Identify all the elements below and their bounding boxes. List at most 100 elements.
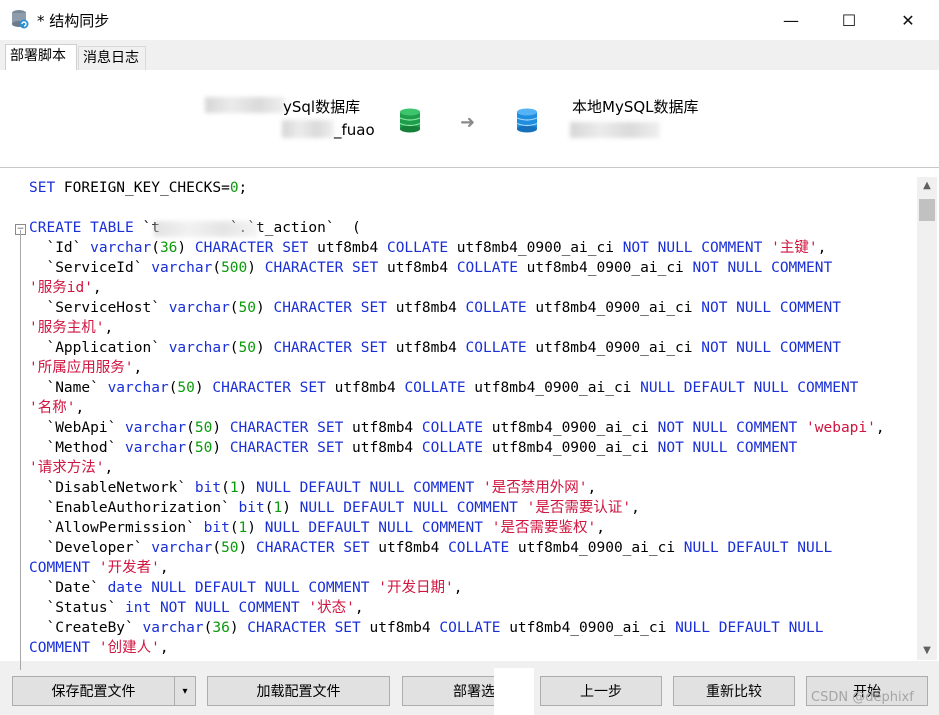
code-token: '创建人' bbox=[98, 640, 160, 656]
overlay-gap bbox=[494, 668, 534, 715]
target-database-icon bbox=[516, 108, 538, 133]
code-token: NOT NULL COMMENT bbox=[692, 260, 833, 276]
code-token: ) bbox=[194, 380, 213, 396]
tab-message-log[interactable]: 消息日志 bbox=[78, 46, 146, 70]
code-token: NULL DEFAULT NULL bbox=[683, 540, 833, 556]
scrollbar-thumb[interactable] bbox=[919, 199, 935, 221]
code-token: COLLATE bbox=[421, 440, 483, 456]
code-token: ( bbox=[212, 540, 222, 556]
code-token: utf8mb4_0900_ai_ci bbox=[465, 380, 641, 396]
code-token: COLLATE bbox=[421, 420, 483, 436]
code-token: ( bbox=[229, 300, 239, 316]
code-token: , bbox=[596, 520, 605, 536]
maximize-button[interactable]: ☐ bbox=[820, 0, 878, 40]
code-token: ) bbox=[256, 300, 274, 316]
code-token: , bbox=[133, 360, 143, 376]
code-token: COLLATE bbox=[465, 340, 527, 356]
scroll-up-icon[interactable]: ▲ bbox=[917, 177, 937, 195]
code-token: NOT NULL COMMENT bbox=[622, 240, 763, 256]
source-database-icon bbox=[399, 108, 421, 133]
code-token: varchar bbox=[142, 620, 204, 636]
code-token: , bbox=[159, 640, 169, 656]
code-token: 1 bbox=[238, 520, 248, 536]
close-button[interactable]: ✕ bbox=[879, 0, 937, 40]
code-token: varchar bbox=[168, 300, 230, 316]
code-token: bit bbox=[194, 480, 222, 496]
code-token: NULL DEFAULT NULL bbox=[675, 620, 824, 636]
code-token: ) bbox=[238, 480, 257, 496]
code-token: ) bbox=[256, 340, 274, 356]
code-token: `CreateBy` bbox=[29, 620, 143, 636]
code-token: '状态' bbox=[308, 600, 355, 616]
code-token: , bbox=[354, 600, 364, 616]
recompare-button[interactable]: 重新比较 bbox=[673, 676, 795, 706]
code-token: utf8mb4_0900_ai_ci bbox=[483, 440, 658, 456]
code-token: utf8mb4 bbox=[386, 340, 466, 356]
close-icon: ✕ bbox=[901, 10, 915, 30]
code-line: '请求方法', bbox=[29, 458, 885, 478]
code-token: NOT NULL COMMENT bbox=[657, 440, 798, 456]
code-token: `Name` bbox=[29, 380, 108, 396]
code-token: `EnableAuthorization` bbox=[29, 500, 239, 516]
code-token: `WebApi` bbox=[29, 420, 126, 436]
code-line: '服务id', bbox=[29, 278, 885, 298]
script-editor[interactable]: − SET FOREIGN_KEY_CHECKS=0; CREATE TABLE … bbox=[0, 167, 939, 670]
code-token: , bbox=[92, 280, 102, 296]
code-token: varchar bbox=[151, 260, 213, 276]
vertical-scrollbar[interactable]: ▲ ▼ bbox=[917, 177, 937, 660]
code-token: utf8mb4 bbox=[369, 540, 449, 556]
code-token: COLLATE bbox=[465, 300, 527, 316]
code-token: 50 bbox=[177, 380, 195, 396]
code-token: ) bbox=[282, 500, 300, 516]
code-token: 1 bbox=[273, 500, 283, 516]
code-token: `ServiceId` bbox=[29, 260, 152, 276]
title-bar: * 结构同步 — ☐ ✕ bbox=[0, 0, 939, 40]
code-token: , bbox=[159, 560, 169, 576]
code-token: '服务id' bbox=[29, 280, 93, 296]
sync-header: ySql数据库 _fuao ➜ 本地MySQL数据库 bbox=[0, 70, 939, 168]
code-token: 500 bbox=[221, 260, 248, 276]
code-token: , bbox=[104, 320, 114, 336]
load-config-label: 加载配置文件 bbox=[256, 684, 341, 700]
code-token: 50 bbox=[221, 540, 239, 556]
code-token: bit bbox=[238, 500, 265, 516]
code-token: 0 bbox=[229, 180, 239, 196]
code-token: varchar bbox=[107, 380, 169, 396]
code-token: CHARACTER SET bbox=[229, 440, 344, 456]
code-token: date NULL DEFAULT NULL COMMENT bbox=[107, 580, 370, 596]
code-token: COLLATE bbox=[404, 380, 466, 396]
scroll-down-icon[interactable]: ▼ bbox=[917, 642, 937, 660]
code-token: CHARACTER SET bbox=[273, 340, 387, 356]
code-token: utf8mb4_0900_ai_ci bbox=[500, 620, 676, 636]
code-token: CHARACTER SET bbox=[273, 300, 387, 316]
code-token: , bbox=[104, 460, 114, 476]
chevron-down-icon: ▾ bbox=[182, 685, 188, 697]
code-token: ) bbox=[212, 420, 230, 436]
code-token: '是否需要鉴权' bbox=[491, 520, 597, 536]
minimize-button[interactable]: — bbox=[762, 0, 820, 40]
code-token: COLLATE bbox=[448, 540, 510, 556]
arrow-right-icon: ➜ bbox=[460, 112, 476, 133]
fold-guide bbox=[20, 230, 21, 670]
code-token: COMMENT bbox=[29, 560, 91, 576]
code-token: 50 bbox=[238, 340, 256, 356]
code-token: , bbox=[817, 240, 827, 256]
code-token: utf8mb4_0900_ai_ci bbox=[448, 240, 623, 256]
load-config-button[interactable]: 加载配置文件 bbox=[207, 676, 390, 706]
code-token: COLLATE bbox=[439, 620, 501, 636]
save-config-dropdown[interactable]: ▾ bbox=[174, 676, 196, 706]
watermark-text: CSDN @dephixf bbox=[811, 690, 914, 705]
save-config-button[interactable]: 保存配置文件 bbox=[12, 676, 175, 706]
tab-deploy-script[interactable]: 部署脚本 bbox=[5, 44, 77, 71]
code-token: 50 bbox=[194, 420, 213, 436]
code-token: NULL DEFAULT NULL COMMENT bbox=[299, 500, 518, 516]
code-token: CHARACTER SET bbox=[256, 540, 370, 556]
previous-step-button[interactable]: 上一步 bbox=[540, 676, 662, 706]
window-title: * 结构同步 bbox=[37, 12, 110, 30]
code-token: COLLATE bbox=[456, 260, 518, 276]
code-line: `WebApi` varchar(50) CHARACTER SET utf8m… bbox=[29, 418, 884, 438]
